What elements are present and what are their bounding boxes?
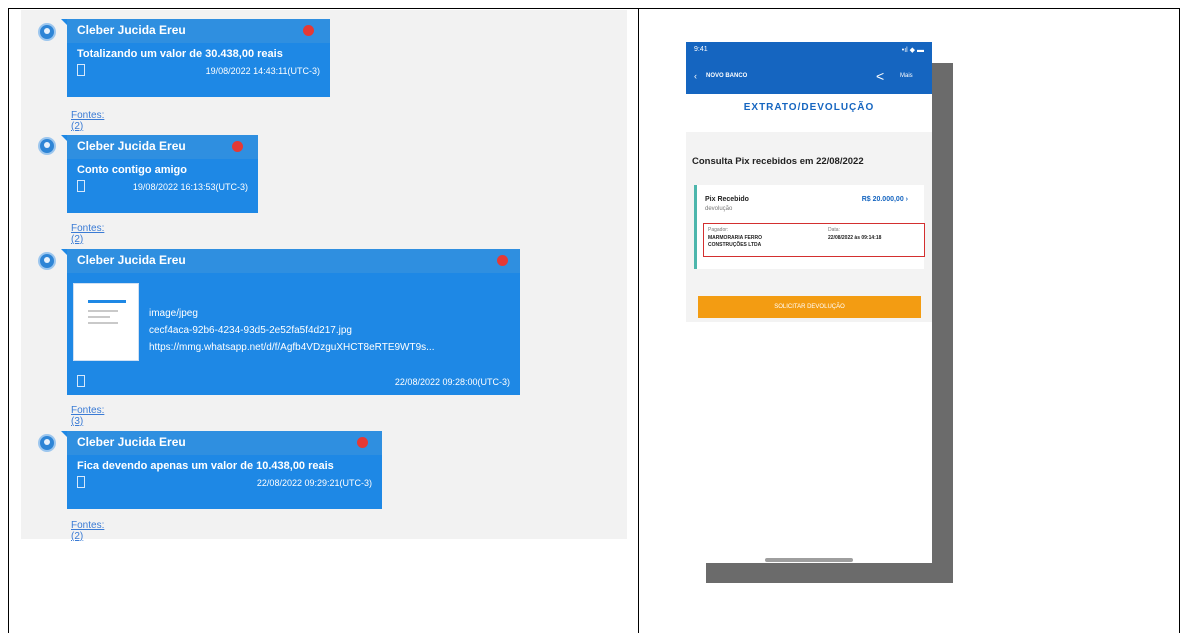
sender-name: Cleber Jucida Ereu: [77, 253, 186, 267]
sources-link[interactable]: Fontes: (2): [71, 520, 104, 542]
thumbnail-line: [88, 316, 110, 318]
share-icon[interactable]: <: [876, 68, 884, 84]
avatar-icon: [38, 23, 56, 41]
message-meta: 22/08/2022 09:29:21(UTC-3): [67, 472, 382, 494]
thumbnail-line: [88, 310, 118, 312]
deleted-indicator-icon: [357, 437, 368, 448]
status-bar: 9:41 •ıl ◆ ▬: [686, 42, 932, 58]
message-bubble: Cleber Jucida Ereu image/jpeg cecf4aca-9…: [61, 249, 520, 395]
avatar-icon: [38, 137, 56, 155]
message-text: Totalizando um valor de 30.438,00 reais: [77, 48, 283, 60]
attachment-mime: image/jpeg: [149, 308, 198, 319]
phone-screenshot: 9:41 •ıl ◆ ▬ ‹ NOVO BANCO < Mais EXTRATO…: [686, 42, 932, 563]
sources-link[interactable]: Fontes: (2): [71, 223, 104, 245]
pix-heading: Consulta Pix recebidos em 22/08/2022: [692, 156, 864, 167]
highlight-box: Pagador: MARMORARIA FERRO CONSTRUÇÕES LT…: [703, 223, 925, 257]
avatar-icon: [38, 434, 56, 452]
thumbnail-line: [88, 322, 118, 324]
date-value: 22/08/2022 às 09:14:18: [828, 235, 882, 241]
message-timestamp: 22/08/2022 09:28:00(UTC-3): [394, 377, 510, 387]
attachment-info: image/jpeg cecf4aca-92b6-4234-93d5-2e52f…: [149, 305, 435, 356]
chat-panel: Cleber Jucida Ereu Totalizando um valor …: [21, 10, 627, 542]
deleted-indicator-icon: [232, 141, 243, 152]
message-timestamp: 19/08/2022 16:13:53(UTC-3): [132, 182, 248, 192]
table-border-middle: [638, 8, 639, 633]
attachment-thumbnail[interactable]: [73, 283, 139, 361]
sender-name: Cleber Jucida Ereu: [77, 23, 186, 37]
date-label: Data:: [828, 227, 840, 233]
device-icon: [77, 375, 85, 387]
home-indicator: [765, 558, 853, 562]
message-bubble: Cleber Jucida Ereu Conto contigo amigo 1…: [61, 135, 258, 213]
attachment-url[interactable]: https://mmg.whatsapp.net/d/f/Agfb4VDzguX…: [149, 339, 435, 356]
message-sender: Cleber Jucida Ereu: [67, 249, 520, 273]
sender-name: Cleber Jucida Ereu: [77, 139, 186, 153]
message-text: Conto contigo amigo: [77, 164, 187, 176]
pix-amount: R$ 20.000,00 ›: [861, 196, 908, 203]
device-icon: [77, 64, 85, 76]
message-bubble: Cleber Jucida Ereu Totalizando um valor …: [61, 19, 330, 97]
app-header: ‹ NOVO BANCO < Mais: [686, 58, 932, 94]
message-sender: Cleber Jucida Ereu: [67, 135, 258, 159]
status-icons: •ıl ◆ ▬: [901, 47, 924, 54]
back-icon[interactable]: ‹: [694, 71, 697, 81]
payer-label: Pagador:: [708, 227, 729, 233]
message-meta: 19/08/2022 14:43:11(UTC-3): [67, 60, 330, 82]
header-title: NOVO BANCO: [706, 73, 748, 79]
message-sender: Cleber Jucida Ereu: [67, 431, 382, 455]
message-meta: 19/08/2022 16:13:53(UTC-3): [67, 176, 258, 198]
status-time: 9:41: [694, 46, 708, 53]
payer-value: MARMORARIA FERRO CONSTRUÇÕES LTDA: [708, 235, 762, 248]
deleted-indicator-icon: [497, 255, 508, 266]
screen-title: EXTRATO/DEVOLUÇÃO: [743, 102, 875, 113]
sources-link[interactable]: Fontes: (3): [71, 405, 104, 427]
sources-link[interactable]: Fontes: (2): [71, 110, 104, 132]
message-timestamp: 19/08/2022 14:43:11(UTC-3): [205, 66, 320, 76]
message-timestamp: 22/08/2022 09:29:21(UTC-3): [256, 478, 372, 488]
more-button[interactable]: Mais: [900, 73, 913, 79]
pix-type: Pix Recebido: [705, 196, 749, 203]
message-text: Fica devendo apenas um valor de 10.438,0…: [77, 460, 334, 472]
message-sender: Cleber Jucida Ereu: [67, 19, 330, 43]
pix-card[interactable]: Pix Recebido devolução R$ 20.000,00 › Pa…: [694, 185, 925, 269]
pix-subtype: devolução: [705, 206, 733, 212]
thumbnail-header: [88, 300, 126, 303]
message-meta: 22/08/2022 09:28:00(UTC-3): [67, 371, 520, 393]
request-refund-button[interactable]: SOLICITAR DEVOLUÇÃO: [698, 296, 921, 318]
deleted-indicator-icon: [303, 25, 314, 36]
table-border-left: [8, 8, 9, 633]
device-icon: [77, 180, 85, 192]
attachment-filename: cecf4aca-92b6-4234-93d5-2e52fa5f4d217.jp…: [149, 325, 352, 336]
avatar-icon: [38, 252, 56, 270]
sender-name: Cleber Jucida Ereu: [77, 435, 186, 449]
message-bubble: Cleber Jucida Ereu Fica devendo apenas u…: [61, 431, 382, 509]
table-border-right: [1179, 8, 1180, 633]
device-icon: [77, 476, 85, 488]
